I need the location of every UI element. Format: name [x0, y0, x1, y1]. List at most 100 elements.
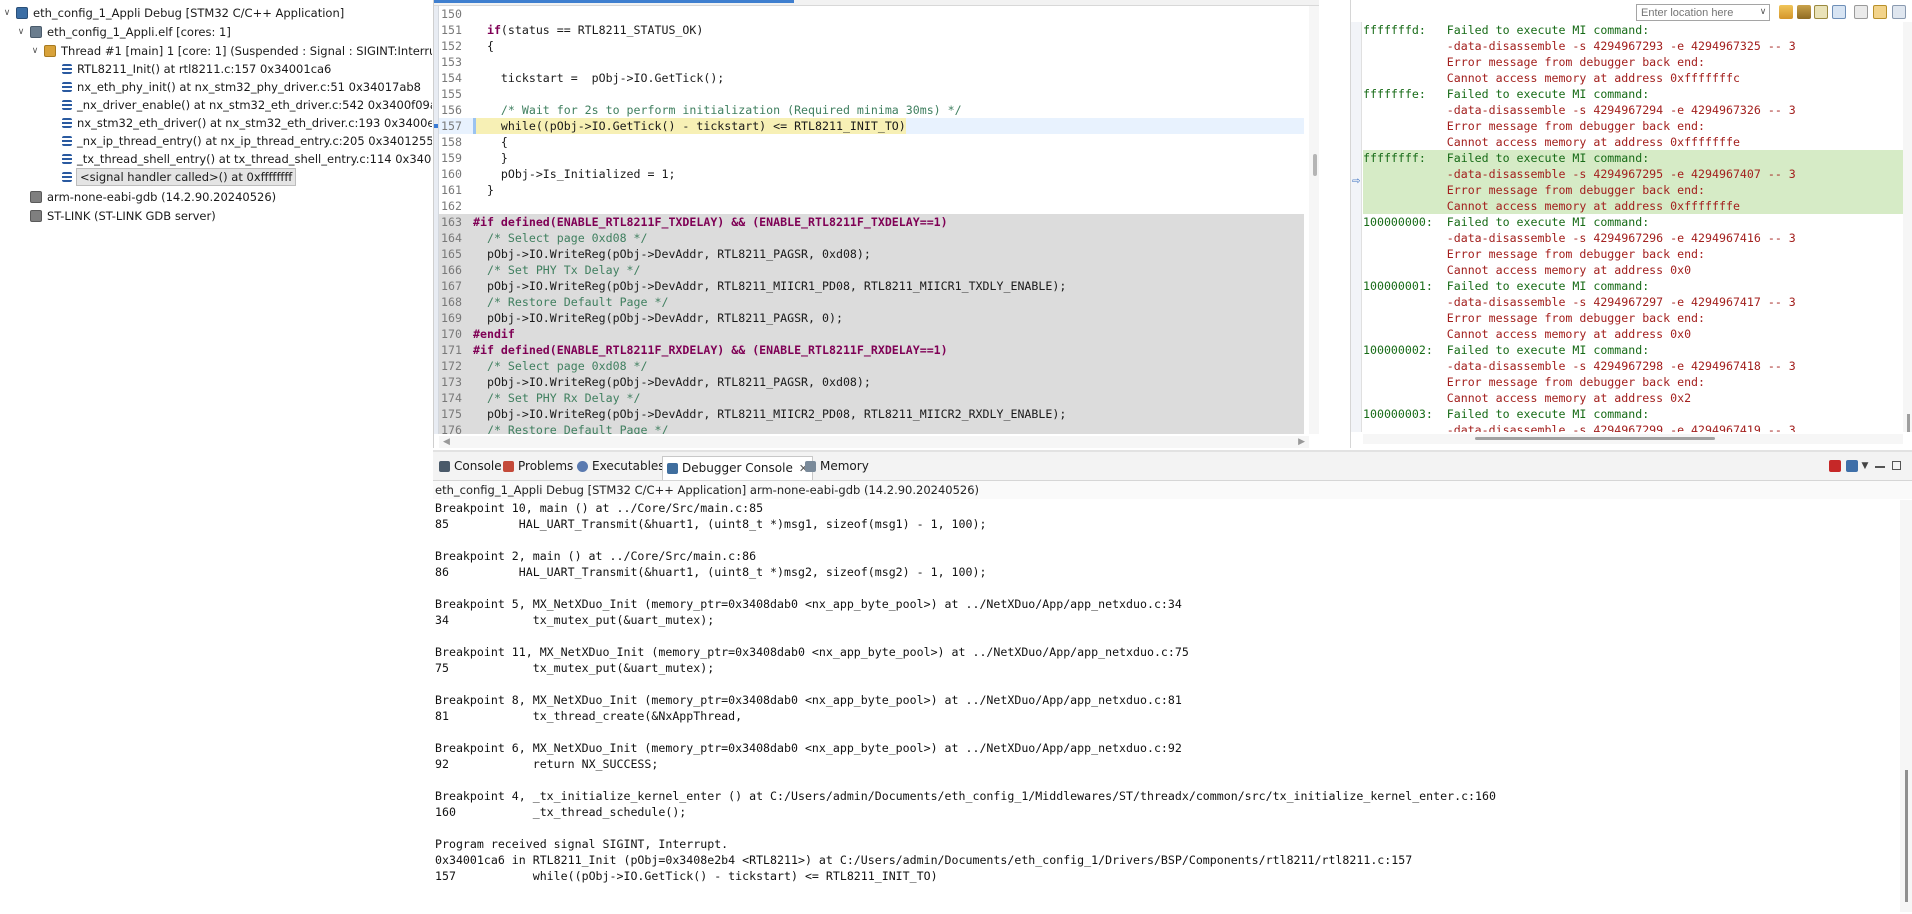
show-symbols-icon[interactable]: [1832, 5, 1846, 19]
elf-process-icon: [30, 26, 42, 38]
editor-horizontal-scrollbar[interactable]: ◀ ▶: [439, 436, 1309, 448]
disassembly-hscroll-thumb[interactable]: [1475, 437, 1715, 440]
tab-console[interactable]: Console: [439, 457, 502, 476]
stack-frame-label: _nx_ip_thread_entry() at nx_ip_thread_en…: [77, 134, 432, 148]
console-scroll-thumb[interactable]: [1905, 770, 1908, 902]
preprocessor-directive: #if defined(ENABLE_RTL8211F_TXDELAY) && …: [473, 215, 948, 229]
disasm-line: -data-disassemble -s 4294967297 -e 42949…: [1363, 294, 1796, 310]
stack-frame-item[interactable]: _nx_ip_thread_entry() at nx_ip_thread_en…: [62, 133, 432, 149]
inactive-code-line: 175 pObj->IO.WriteReg(pObj->DevAddr, RTL…: [439, 406, 1304, 422]
chevron-down-icon[interactable]: ∨: [16, 24, 26, 40]
show-source-icon[interactable]: [1814, 5, 1828, 19]
stack-frame-label: nx_stm32_eth_driver() at nx_stm32_eth_dr…: [77, 116, 432, 130]
tree-stlink-node[interactable]: ST-LINK (ST-LINK GDB server): [30, 208, 216, 224]
inactive-code-line: 173 pObj->IO.WriteReg(pObj->DevAddr, RTL…: [439, 374, 1304, 390]
code-comment: /* Restore Default Page */: [473, 423, 669, 434]
disassembly-ruler[interactable]: ⇨: [1351, 22, 1362, 432]
editor-vertical-scrollbar[interactable]: [1309, 6, 1319, 434]
code-line: 150: [439, 6, 1304, 22]
code-text: {: [473, 135, 508, 149]
disassembly-vertical-scrollbar[interactable]: [1903, 22, 1912, 432]
tab-debugger-console[interactable]: Debugger Console ✕: [662, 456, 814, 480]
stack-frame-item-selected[interactable]: <signal handler called>() at 0xffffffff: [62, 168, 297, 186]
address-line-text: 100000001: Failed to execute MI command:: [1363, 279, 1650, 293]
minimize-icon[interactable]: [1875, 466, 1885, 468]
link-with-editor-icon[interactable]: [1797, 5, 1811, 19]
disassembly-view[interactable]: ∨ ⇨ fffffffd: Failed to execute MI comma…: [1350, 0, 1912, 448]
inactive-code-line: 165 pObj->IO.WriteReg(pObj->DevAddr, RTL…: [439, 246, 1304, 262]
tree-launch-node[interactable]: ∨ eth_config_1_Appli Debug [STM32 C/C++ …: [2, 5, 345, 21]
pin-view-icon[interactable]: [1873, 5, 1887, 19]
instruction-pointer-icon: [434, 124, 438, 128]
inactive-code-line: 172 /* Select page 0xd08 */: [439, 358, 1304, 374]
current-line: 157 while((pObj->IO.GetTick() - tickstar…: [439, 118, 1304, 134]
stack-frame-item[interactable]: _nx_driver_enable() at nx_stm32_eth_driv…: [62, 97, 432, 113]
disasm-line: Error message from debugger back end:: [1363, 246, 1705, 262]
location-input[interactable]: [1636, 4, 1770, 21]
chevron-down-icon[interactable]: ▼: [1861, 460, 1869, 472]
line-number: 154: [441, 71, 462, 85]
disasm-line: 100000003: Failed to execute MI command:: [1363, 406, 1649, 422]
tree-elf-node[interactable]: ∨ eth_config_1_Appli.elf [cores: 1]: [16, 24, 231, 40]
display-console-icon[interactable]: [1846, 460, 1858, 472]
chevron-down-icon[interactable]: ∨: [1757, 5, 1769, 20]
error-text: -data-disassemble -s 4294967298 -e 42949…: [1363, 359, 1796, 373]
chevron-down-icon[interactable]: ∨: [2, 5, 12, 21]
tab-executables[interactable]: Executables: [577, 457, 665, 476]
maximize-icon[interactable]: [1892, 461, 1901, 470]
tab-memory[interactable]: Memory: [805, 457, 869, 476]
console-output[interactable]: Breakpoint 10, main () at ../Core/Src/ma…: [433, 500, 1897, 912]
console-line: 0x34001ca6 in RTL8211_Init (pObj=0x3408e…: [435, 853, 1413, 867]
code-text: pObj->IO.WriteReg(pObj->DevAddr, RTL8211…: [473, 375, 871, 389]
code-line: 161 }: [439, 182, 1304, 198]
line-number: 175: [441, 407, 462, 421]
view-menu-icon[interactable]: [1892, 5, 1906, 19]
code-comment: /* Set PHY Rx Delay */: [473, 391, 641, 405]
disasm-line: -data-disassemble -s 4294967294 -e 42949…: [1363, 102, 1796, 118]
chevron-down-icon[interactable]: ∨: [30, 43, 40, 59]
editor-scroll-thumb[interactable]: [1313, 154, 1317, 176]
inactive-code-line: 166 /* Set PHY Tx Delay */: [439, 262, 1304, 278]
stack-frame-icon: [62, 136, 72, 146]
new-view-icon[interactable]: [1854, 5, 1868, 19]
stack-frame-item[interactable]: nx_stm32_eth_driver() at nx_stm32_eth_dr…: [62, 115, 432, 131]
console-line: Program received signal SIGINT, Interrup…: [435, 837, 729, 851]
code-area[interactable]: 150 151 if(status == RTL8211_STATUS_OK) …: [439, 6, 1309, 434]
tree-gdb-node[interactable]: arm-none-eabi-gdb (14.2.90.20240526): [30, 189, 276, 205]
error-text: Error message from debugger back end:: [1363, 119, 1706, 133]
line-number: 151: [441, 23, 462, 37]
error-text: Cannot access memory at address 0xffffff…: [1363, 135, 1740, 149]
disassembly-code[interactable]: fffffffd: Failed to execute MI command: …: [1363, 22, 1903, 432]
code-line: 155: [439, 86, 1304, 102]
disasm-line: 100000000: Failed to execute MI command:: [1363, 214, 1649, 230]
scroll-left-icon[interactable]: ◀: [443, 436, 450, 448]
disasm-line: -data-disassemble -s 4294967293 -e 42949…: [1363, 38, 1796, 54]
code-text: }: [473, 183, 494, 197]
address-line-text: 100000002: Failed to execute MI command:: [1363, 343, 1650, 357]
preprocessor-directive: #if defined(ENABLE_RTL8211F_RXDELAY) && …: [473, 343, 948, 357]
line-number: 158: [441, 135, 462, 149]
stack-frame-label: _nx_driver_enable() at nx_stm32_eth_driv…: [77, 98, 432, 112]
tree-thread-node[interactable]: ∨ Thread #1 [main] 1 [core: 1] (Suspende…: [30, 43, 432, 59]
code-line: 158 {: [439, 134, 1304, 150]
line-number: 167: [441, 279, 462, 293]
disassembly-horizontal-scrollbar[interactable]: [1363, 434, 1903, 444]
code-text: {: [473, 39, 494, 53]
disasm-current-line: Error message from debugger back end:: [1363, 182, 1903, 198]
code-comment: /* Set PHY Tx Delay */: [473, 263, 641, 277]
error-text: -data-disassemble -s 4294967294 -e 42949…: [1363, 103, 1796, 117]
goto-pc-icon[interactable]: [1779, 5, 1793, 19]
line-number: 162: [441, 199, 462, 213]
tab-problems[interactable]: Problems: [503, 457, 573, 476]
terminate-icon[interactable]: [1829, 460, 1841, 472]
console-vertical-scrollbar[interactable]: [1900, 500, 1912, 912]
scroll-right-icon[interactable]: ▶: [1298, 436, 1305, 448]
disassembly-scroll-thumb[interactable]: [1907, 414, 1910, 432]
stack-frame-item[interactable]: RTL8211_Init() at rtl8211.c:157 0x34001c…: [62, 61, 331, 77]
stack-frame-item[interactable]: _tx_thread_shell_entry() at tx_thread_sh…: [62, 151, 432, 167]
error-text: Error message from debugger back end:: [1363, 375, 1706, 389]
line-number: 163: [441, 215, 462, 229]
source-editor[interactable]: 150 151 if(status == RTL8211_STATUS_OK) …: [433, 0, 1319, 448]
stack-frame-item[interactable]: nx_eth_phy_init() at nx_stm32_phy_driver…: [62, 79, 421, 95]
line-number: 160: [441, 167, 462, 181]
